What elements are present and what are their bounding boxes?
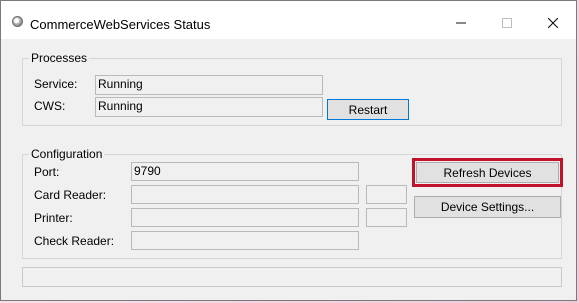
printer-label: Printer: <box>34 211 73 225</box>
cws-status-field: Running <box>95 97 323 117</box>
app-icon <box>12 16 23 27</box>
port-field: 9790 <box>131 162 359 181</box>
window-title: CommerceWebServices Status <box>30 17 211 32</box>
status-bar <box>22 267 562 287</box>
service-label: Service: <box>34 77 78 91</box>
card-reader-extra-field <box>366 185 407 204</box>
maximize-button[interactable] <box>484 9 530 37</box>
restart-button[interactable]: Restart <box>327 99 409 120</box>
printer-extra-field <box>366 208 407 227</box>
status-window: CommerceWebServices Status Processes Ser… <box>0 0 577 301</box>
check-reader-label: Check Reader: <box>34 234 115 248</box>
port-label: Port: <box>34 165 60 179</box>
minimize-button[interactable] <box>438 9 484 37</box>
card-reader-field <box>131 185 359 204</box>
refresh-devices-button[interactable]: Refresh Devices <box>412 158 563 187</box>
printer-field <box>131 208 359 227</box>
check-reader-field <box>131 231 359 250</box>
maximize-icon <box>502 18 512 28</box>
cws-label: CWS: <box>34 99 66 113</box>
close-button[interactable] <box>530 9 576 37</box>
title-bar[interactable]: CommerceWebServices Status <box>1 1 576 39</box>
service-status-field: Running <box>95 75 323 95</box>
card-reader-label: Card Reader: <box>34 188 107 202</box>
minimize-icon <box>456 22 466 24</box>
device-settings-button[interactable]: Device Settings... <box>414 196 561 218</box>
processes-group-label: Processes <box>29 51 90 65</box>
close-icon <box>548 18 558 28</box>
configuration-group-label: Configuration <box>29 147 105 161</box>
